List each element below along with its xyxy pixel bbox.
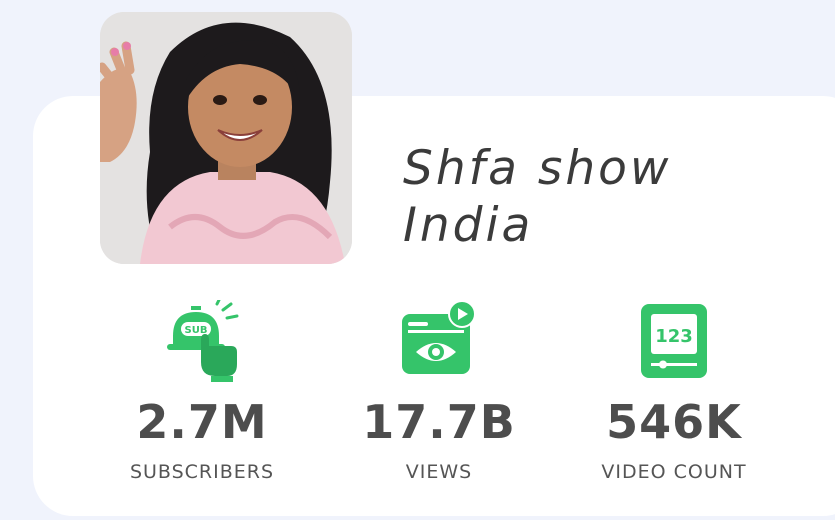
video-count-value: 546K bbox=[606, 395, 742, 449]
video-views-icon bbox=[402, 300, 476, 374]
page: Shfa show India SUB 2.7M SUBSCRIBERS 17. bbox=[0, 0, 835, 520]
stat-views: 17.7B VIEWS bbox=[329, 300, 549, 484]
stat-video-count: 123 546K VIDEO COUNT bbox=[564, 300, 784, 484]
subscribe-bell-icon: SUB bbox=[167, 300, 239, 382]
channel-name[interactable]: Shfa show India bbox=[403, 140, 763, 254]
subscribers-value: 2.7M bbox=[136, 395, 268, 449]
video-count-icon: 123 bbox=[641, 304, 707, 378]
views-value: 17.7B bbox=[362, 395, 516, 449]
video-count-label: VIDEO COUNT bbox=[601, 461, 747, 483]
svg-text:123: 123 bbox=[655, 326, 693, 347]
stat-subscribers: SUB 2.7M SUBSCRIBERS bbox=[92, 300, 312, 484]
views-label: VIEWS bbox=[405, 461, 473, 483]
avatar-image bbox=[100, 12, 352, 264]
subscribers-label: SUBSCRIBERS bbox=[129, 461, 275, 483]
channel-avatar[interactable] bbox=[100, 12, 352, 264]
